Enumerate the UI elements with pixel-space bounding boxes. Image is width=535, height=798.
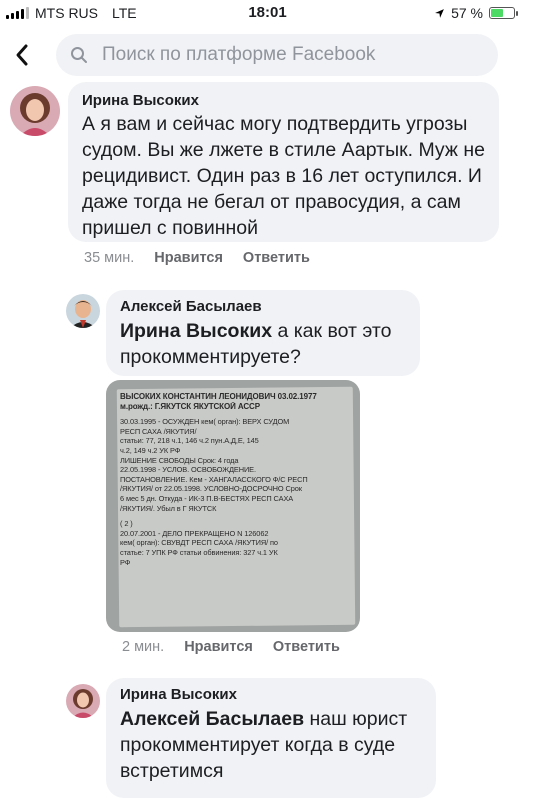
document-line: статье: 7 УПК РФ статьи обвинения: 327 ч… xyxy=(120,547,278,557)
avatar[interactable] xyxy=(10,86,60,136)
document-line: ВЫСОКИХ КОНСТАНТИН ЛЕОНИДОВИЧ 03.02.1977 xyxy=(120,392,317,401)
comment-time: 2 мин. xyxy=(122,639,165,655)
battery-percent: 57 % xyxy=(451,5,483,21)
like-link[interactable]: Нравится xyxy=(154,250,223,266)
document-line: РЕСП САХА /ЯКУТИЯ/ xyxy=(120,426,197,436)
search-icon xyxy=(71,47,87,63)
search-bar[interactable] xyxy=(56,34,498,76)
search-input[interactable] xyxy=(100,43,484,67)
comment-author[interactable]: Ирина Высоких xyxy=(82,92,485,109)
avatar-photo-icon xyxy=(66,294,100,328)
document-line: ( 2 ) xyxy=(120,519,133,529)
header xyxy=(0,30,535,82)
chevron-left-icon xyxy=(16,44,28,66)
comment-bubble: Алексей Басылаев Ирина Высоких а как вот… xyxy=(106,290,420,376)
mention-link[interactable]: Алексей Басылаев xyxy=(120,708,304,730)
battery-icon xyxy=(489,7,518,19)
comment-actions: 2 мин. Нравится Ответить xyxy=(122,639,340,655)
avatar[interactable] xyxy=(66,684,100,718)
document-line: м.рожд.: Г.ЯКУТСК ЯКУТСКОЙ АССР xyxy=(120,401,260,411)
comment-bubble: Ирина Высоких Алексей Басылаев наш юрист… xyxy=(106,678,436,798)
status-bar: MTS RUS LTE 18:01 57 % xyxy=(0,0,535,26)
back-button[interactable] xyxy=(14,38,30,75)
document-line: 20.07.2001 - ДЕЛО ПРЕКРАЩЕНО N 126062 xyxy=(120,528,269,538)
document-line: 30.03.1995 - ОСУЖДЕН кем( орган): ВЕРХ С… xyxy=(120,417,290,427)
document-line: ЛИШЕНИЕ СВОБОДЫ Срок: 4 года xyxy=(120,455,239,465)
document-line: 22.05.1998 - УСЛОВ. ОСВОБОЖДЕНИЕ. xyxy=(120,465,256,475)
attached-photo[interactable]: ВЫСОКИХ КОНСТАНТИН ЛЕОНИДОВИЧ 03.02.1977… xyxy=(106,380,360,632)
avatar-photo-icon xyxy=(66,684,100,718)
document-line: кем( орган): СВУВДТ РЕСП САХА /ЯКУТИЯ/ п… xyxy=(120,538,278,548)
reply-link[interactable]: Ответить xyxy=(273,639,340,655)
comment-bubble: Ирина Высоких А я вам и сейчас могу подт… xyxy=(68,82,499,242)
document-line: статьи: 77, 218 ч.1, 146 ч.2 пун.А,Д,Е, … xyxy=(120,436,259,446)
battery-level xyxy=(491,9,503,17)
document-line: 6 мес 5 дн. Откуда - ИК-3 П.В-БЕСТЯХ РЕС… xyxy=(120,493,294,503)
reply-link[interactable]: Ответить xyxy=(243,250,310,266)
document-line: /ЯКУТИЯ/ от 22.05.1998. УСЛОВНО-ДОСРОЧНО… xyxy=(120,484,302,494)
comment-actions: 35 мин. Нравится Ответить xyxy=(84,250,310,266)
comment-time: 35 мин. xyxy=(84,250,135,266)
document-line: /ЯКУТИЯ/. Убыл в Г ЯКУТСК xyxy=(120,503,217,513)
comment-author[interactable]: Ирина Высоких xyxy=(120,686,422,703)
document-line: ч.2, 149 ч.2 УК РФ xyxy=(120,445,181,455)
mention-link[interactable]: Ирина Высоких xyxy=(120,320,272,342)
document-line: РФ xyxy=(120,557,131,567)
comment-text: А я вам и сейчас могу подтвердить угрозы… xyxy=(82,113,485,239)
avatar[interactable] xyxy=(66,294,100,328)
location-arrow-icon xyxy=(435,8,444,18)
like-link[interactable]: Нравится xyxy=(184,639,253,655)
comment-author[interactable]: Алексей Басылаев xyxy=(120,298,406,315)
avatar-photo-icon xyxy=(10,86,60,136)
document-line: ПОСТАНОВЛЕНИЕ. Кем - ХАНГАЛАССКОГО Ф/С Р… xyxy=(120,474,308,484)
document-text: ВЫСОКИХ КОНСТАНТИН ЛЕОНИДОВИЧ 03.02.1977… xyxy=(120,392,352,567)
